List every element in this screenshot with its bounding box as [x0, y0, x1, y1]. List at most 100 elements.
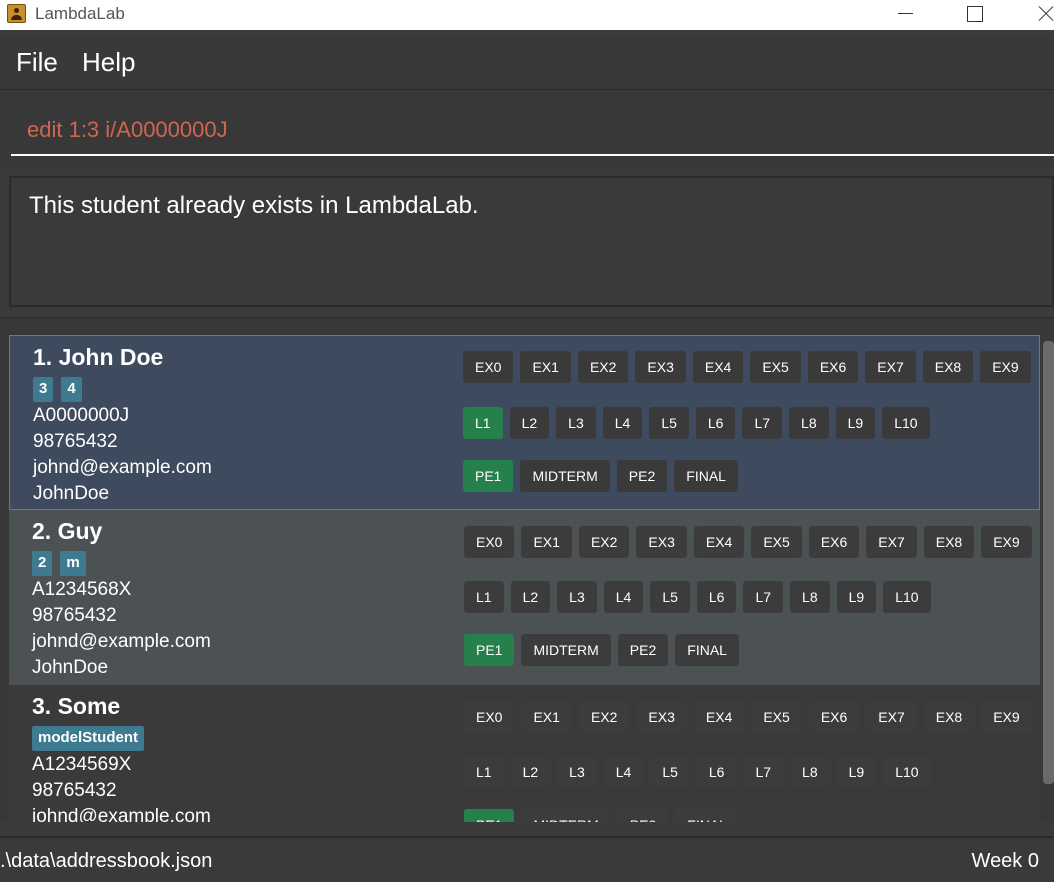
exam-button[interactable]: FINAL — [674, 460, 738, 492]
exercise-button[interactable]: EX4 — [693, 526, 745, 558]
tag: modelStudent — [32, 726, 144, 751]
student-email: johnd@example.com — [33, 457, 212, 478]
lab-button[interactable]: L4 — [603, 581, 644, 613]
lab-button[interactable]: L8 — [789, 407, 829, 439]
student-card[interactable]: 1. John Doe 34 A0000000J 98765432 johnd@… — [9, 335, 1040, 510]
exam-row: PE1 MIDTERM PE2 FINAL — [464, 634, 739, 666]
lab-button[interactable]: L8 — [790, 756, 830, 788]
exercise-button[interactable]: EX2 — [578, 526, 630, 558]
exercise-button[interactable]: EX9 — [981, 526, 1032, 558]
tag: m — [60, 551, 86, 576]
lab-button[interactable]: L6 — [696, 581, 737, 613]
menu-file[interactable]: File — [16, 47, 58, 78]
exercise-button[interactable]: EX8 — [922, 351, 974, 383]
lab-button[interactable]: L7 — [743, 581, 784, 613]
menu-help[interactable]: Help — [82, 47, 135, 78]
exercise-button[interactable]: EX6 — [807, 351, 859, 383]
exercise-button[interactable]: EX2 — [578, 701, 630, 733]
maximize-icon[interactable] — [951, 0, 997, 30]
student-id: A0000000J — [33, 405, 130, 426]
list-scrollbar[interactable] — [1043, 341, 1054, 784]
exercise-button[interactable]: EX1 — [521, 526, 572, 558]
exercise-button[interactable]: EX7 — [866, 526, 917, 558]
exam-button[interactable]: PE2 — [617, 809, 669, 822]
exercise-button[interactable]: EX4 — [692, 351, 744, 383]
student-list[interactable]: 1. John Doe 34 A0000000J 98765432 johnd@… — [0, 317, 1054, 822]
lab-button[interactable]: L1 — [464, 756, 504, 788]
exam-button[interactable]: MIDTERM — [521, 809, 611, 822]
exercise-button[interactable]: EX0 — [463, 351, 514, 383]
exercise-button[interactable]: EX6 — [808, 701, 860, 733]
exercise-button[interactable]: EX2 — [577, 351, 629, 383]
result-display: This student already exists in LambdaLab… — [9, 176, 1054, 307]
lab-button[interactable]: L6 — [696, 756, 737, 788]
lab-button[interactable]: L2 — [510, 581, 551, 613]
window-title: LambdaLab — [35, 4, 125, 23]
lab-button[interactable]: L5 — [650, 581, 690, 613]
exercise-button[interactable]: EX1 — [520, 351, 571, 383]
exercise-button[interactable]: EX5 — [751, 526, 802, 558]
lab-button[interactable]: L7 — [743, 756, 784, 788]
minimize-icon[interactable] — [882, 0, 928, 30]
exam-row: PE1 MIDTERM PE2 FINAL — [464, 809, 739, 822]
exam-button[interactable]: FINAL — [675, 634, 739, 666]
exam-button[interactable]: PE2 — [616, 460, 668, 492]
lab-button[interactable]: L9 — [835, 407, 876, 439]
lab-button[interactable]: L8 — [790, 581, 830, 613]
exam-row: PE1 MIDTERM PE2 FINAL — [463, 460, 738, 492]
exercise-button[interactable]: EX7 — [865, 351, 916, 383]
student-name: 2. Guy — [32, 518, 103, 544]
lab-button[interactable]: L7 — [742, 407, 783, 439]
student-phone: 98765432 — [32, 605, 117, 626]
lab-button[interactable]: L3 — [557, 756, 597, 788]
exercise-row: EX0 EX1 EX2 EX3 EX4 EX5 EX6 EX7 EX8 EX9 — [464, 701, 1032, 733]
lab-button[interactable]: L3 — [557, 581, 597, 613]
student-telegram: JohnDoe — [32, 657, 109, 678]
exercise-button[interactable]: EX6 — [808, 526, 860, 558]
exercise-button[interactable]: EX9 — [980, 351, 1031, 383]
exercise-button[interactable]: EX5 — [751, 701, 802, 733]
lab-button[interactable]: L5 — [650, 756, 690, 788]
exercise-button[interactable]: EX8 — [923, 526, 975, 558]
exercise-button[interactable]: EX1 — [521, 701, 572, 733]
lab-button[interactable]: L6 — [695, 407, 736, 439]
student-phone: 98765432 — [33, 431, 118, 452]
exercise-button[interactable]: EX0 — [464, 701, 515, 733]
lab-button[interactable]: L10 — [883, 581, 931, 613]
exam-button[interactable]: MIDTERM — [521, 634, 611, 666]
exam-button[interactable]: MIDTERM — [520, 460, 610, 492]
exercise-button[interactable]: EX7 — [866, 701, 917, 733]
exam-button[interactable]: PE1 — [463, 460, 514, 492]
exercise-button[interactable]: EX5 — [750, 351, 801, 383]
lab-button[interactable]: L4 — [603, 756, 644, 788]
lab-button[interactable]: L2 — [510, 756, 551, 788]
exercise-button[interactable]: EX3 — [636, 701, 687, 733]
exam-button[interactable]: PE2 — [617, 634, 669, 666]
close-icon[interactable] — [1020, 0, 1054, 30]
lab-button[interactable]: L3 — [556, 407, 596, 439]
student-card[interactable]: 3. Some modelStudent A1234569X 98765432 … — [9, 685, 1040, 822]
lab-button[interactable]: L5 — [649, 407, 689, 439]
lab-button[interactable]: L10 — [882, 407, 930, 439]
lab-button[interactable]: L1 — [463, 407, 503, 439]
menu-bar: File Help — [0, 36, 1054, 90]
lab-button[interactable]: L9 — [836, 581, 877, 613]
exercise-button[interactable]: EX4 — [693, 701, 745, 733]
exam-button[interactable]: PE1 — [464, 634, 515, 666]
lab-button[interactable]: L10 — [883, 756, 931, 788]
exercise-button[interactable]: EX3 — [636, 526, 687, 558]
student-name: 1. John Doe — [33, 344, 164, 370]
lab-button[interactable]: L2 — [509, 407, 550, 439]
exam-button[interactable]: PE1 — [464, 809, 515, 822]
exercise-button[interactable]: EX8 — [923, 701, 975, 733]
lab-button[interactable]: L4 — [602, 407, 643, 439]
exercise-button[interactable]: EX9 — [981, 701, 1032, 733]
exam-button[interactable]: FINAL — [675, 809, 739, 822]
command-input[interactable] — [11, 100, 1054, 156]
lab-button[interactable]: L1 — [464, 581, 504, 613]
lab-button[interactable]: L9 — [836, 756, 877, 788]
student-id: A1234569X — [32, 754, 132, 775]
exercise-button[interactable]: EX3 — [635, 351, 686, 383]
student-card[interactable]: 2. Guy 2m A1234568X 98765432 johnd@examp… — [9, 510, 1040, 685]
exercise-button[interactable]: EX0 — [464, 526, 515, 558]
